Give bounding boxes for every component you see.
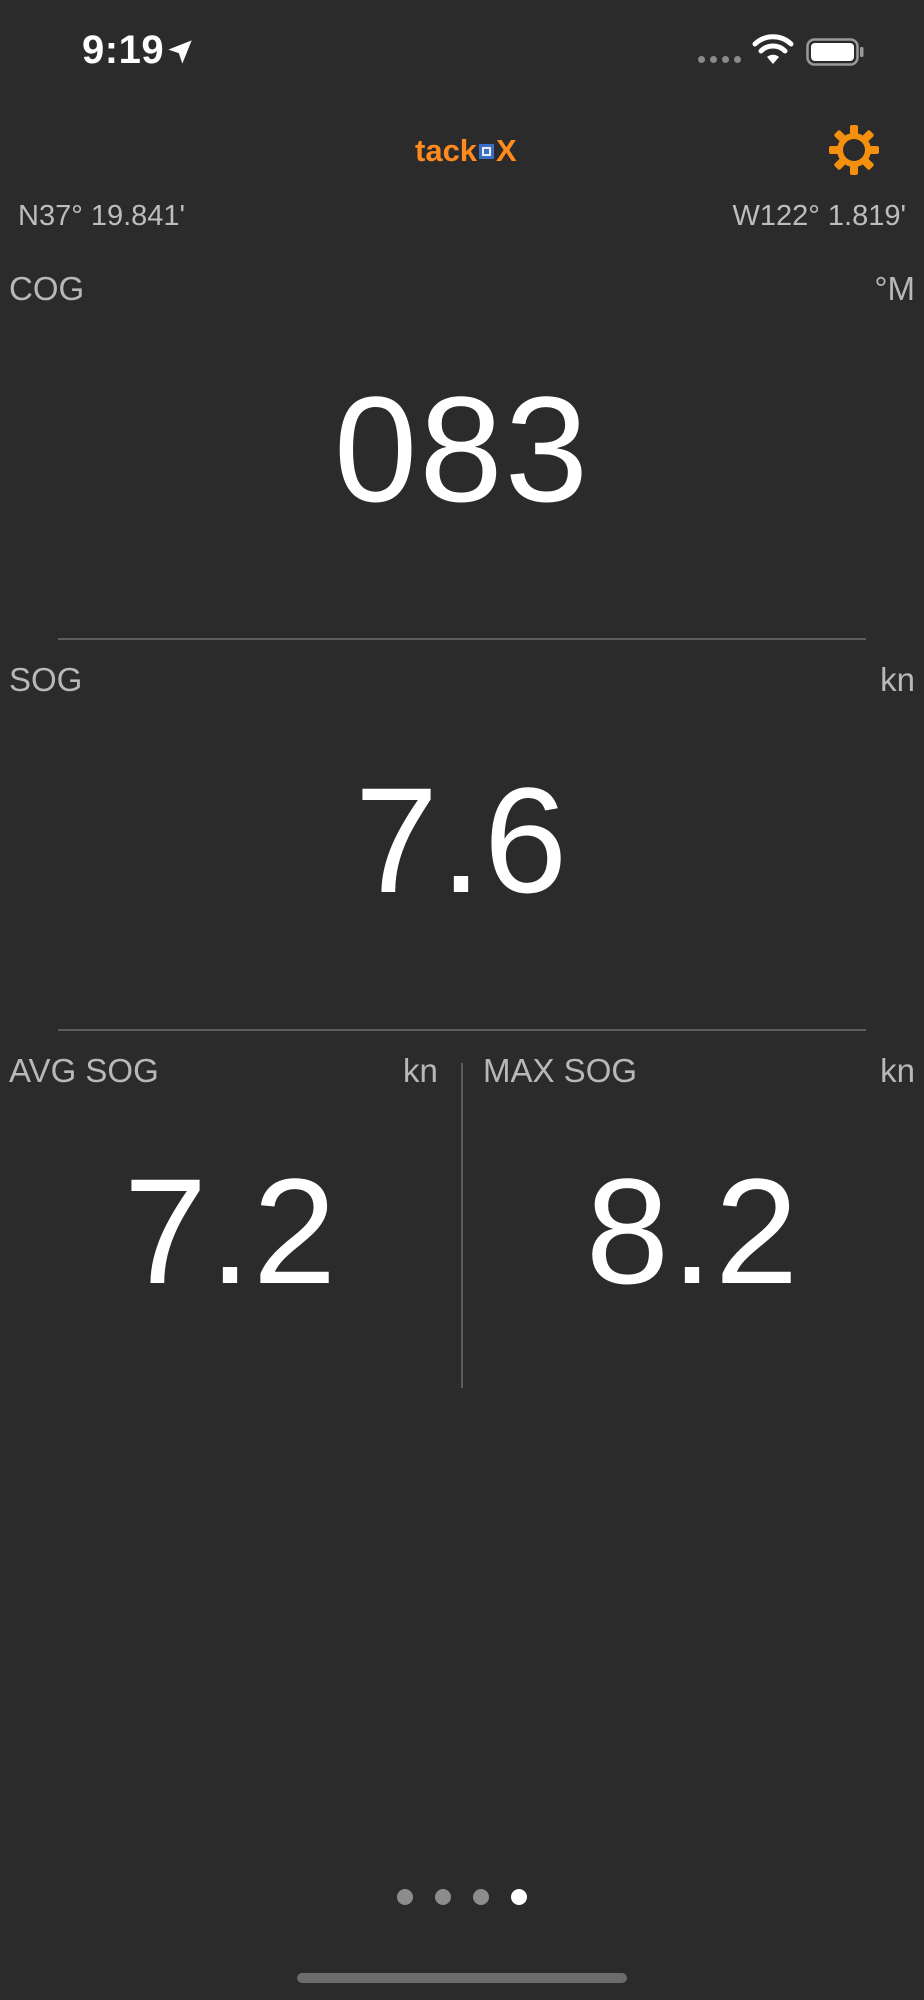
longitude-readout: W122° 1.819' [732,200,906,232]
max-sog-unit: kn [880,1052,915,1089]
divider [58,1029,866,1031]
cog-value: 083 [333,365,591,533]
avg-sog-value: 7.2 [123,1147,339,1315]
app-logo: tack X [415,133,517,168]
gear-icon[interactable] [826,122,882,178]
divider [58,638,866,640]
cog-label: COG [9,270,85,307]
wifi-icon [752,34,794,64]
sog-label: SOG [9,661,83,698]
page-dot[interactable] [435,1889,451,1905]
latitude-readout: N37° 19.841' [18,200,186,232]
avg-sog-label: AVG SOG [9,1052,159,1089]
max-sog-label: MAX SOG [483,1052,638,1089]
sog-value: 7.6 [354,756,570,924]
page-indicator[interactable] [0,1889,924,1905]
avg-sog-unit: kn [403,1052,438,1089]
page-dot[interactable] [397,1889,413,1905]
status-time: 9:19 [82,28,165,72]
home-indicator[interactable] [297,1973,627,1983]
cog-unit: °M [874,270,915,307]
page-dot[interactable] [473,1889,489,1905]
page-dot-active[interactable] [511,1889,527,1905]
max-sog-value: 8.2 [585,1147,801,1315]
sog-unit: kn [880,661,915,698]
battery-icon [806,38,864,66]
cellular-signal-icon [698,56,741,63]
location-arrow-icon [168,40,192,64]
